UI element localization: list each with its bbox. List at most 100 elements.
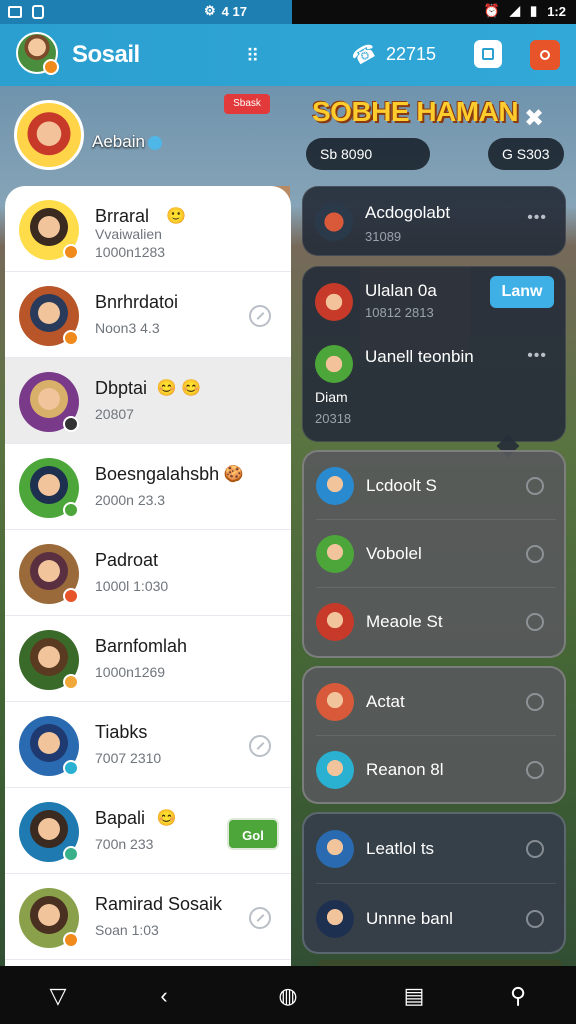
contact-name: Tiabks (95, 722, 148, 742)
phone-icon (32, 5, 44, 19)
feed-card[interactable]: Acdogolabt 31089 ••• (302, 186, 566, 256)
feed-avatar (316, 603, 354, 641)
emoji-icon: 😊 (156, 810, 177, 827)
feed-row[interactable]: Vobolel (304, 520, 568, 588)
contact-row[interactable]: Bapali 😊 700n 233 Gol (5, 788, 291, 874)
status-badge (63, 416, 79, 432)
compass-icon[interactable] (526, 613, 544, 631)
search-icon[interactable]: ⚲ (506, 984, 530, 1008)
feed-avatar (315, 203, 353, 241)
compass-icon[interactable] (526, 693, 544, 711)
feed-name: Vobolel (366, 544, 422, 563)
app-title: Sosail (72, 41, 140, 68)
status-badge (63, 846, 79, 862)
hero-name-text: Aebain (92, 132, 145, 151)
feed-row[interactable]: Leatlol ts (304, 814, 568, 884)
contact-row[interactable]: Ramirad Sosaik Soan 1:03 (5, 874, 291, 960)
contact-name: Dbptai (95, 378, 148, 398)
hero-tag[interactable]: Sbask (224, 94, 270, 114)
stat-left-text: Sb 8090 (320, 146, 373, 162)
feed-row[interactable]: Reanon 8l (304, 736, 568, 804)
contact-name: Bapali (95, 808, 146, 828)
recents-icon[interactable]: ▤ (402, 984, 426, 1008)
status-bar-right-icons: ⏰ ◢ ▮ 1:2 (484, 3, 566, 19)
notification-button[interactable] (530, 40, 560, 70)
stat-pill-right[interactable]: G S303 (488, 138, 564, 170)
app-logo-avatar[interactable] (16, 32, 59, 75)
contact-subtitle: Noon3 4.3 (95, 320, 160, 336)
contact-subtitle: 1000l 1:030 (95, 578, 169, 594)
contact-row[interactable]: Bnrhrdatoi Noon3 4.3 (5, 272, 291, 358)
more-icon[interactable]: ••• (527, 209, 547, 227)
compass-icon[interactable] (526, 477, 544, 495)
clock-time: 1:2 (547, 3, 566, 19)
more-icon[interactable]: ••• (527, 347, 547, 365)
feed-group-card: Lcdoolt S Vobolel Meaole St (302, 450, 566, 658)
compass-icon[interactable] (526, 910, 544, 928)
feed-row[interactable]: Unnne banl (304, 884, 568, 954)
feed-avatar (315, 283, 353, 321)
contact-row[interactable]: Boesngalahsbh 🍪 2000n 23.3 (5, 444, 291, 530)
status-badge (63, 760, 79, 776)
compass-icon[interactable] (249, 735, 271, 757)
feed-sub: 20318 (315, 411, 352, 426)
feed-avatar (316, 900, 354, 938)
feed-sub: 31089 (365, 229, 402, 244)
go-button[interactable]: Gol (227, 818, 279, 850)
contact-row[interactable]: Padroat 1000l 1:030 (5, 530, 291, 616)
call-icon[interactable]: ☎ (347, 37, 381, 71)
stat-right-text: G S303 (502, 146, 550, 162)
status-badge (63, 502, 79, 518)
feed-name: Uanell teonbin (365, 347, 474, 366)
hero-avatar[interactable] (14, 100, 84, 170)
stat-pill-left[interactable]: Sb 8090 (306, 138, 430, 170)
contact-row[interactable]: Tiabks 7007 2310 (5, 702, 291, 788)
emoji-icon: 😊 😊 (156, 380, 201, 397)
notification-icon (540, 50, 550, 60)
status-bar-mid: ⚙ 4 17 (204, 3, 247, 19)
contact-subtitle: 700n 233 (95, 836, 154, 852)
compass-icon[interactable] (249, 907, 271, 929)
feed-sub: 10812 2813 (365, 305, 434, 320)
contact-row[interactable]: Dbptai 😊 😊 20807 (5, 358, 291, 444)
feed-row[interactable]: Actat (304, 668, 568, 736)
square-button[interactable] (474, 40, 502, 68)
contact-name: Barnfomlah (95, 636, 188, 656)
emoji-icon: 🍪 (223, 466, 244, 483)
hero-name: Aebain (92, 132, 162, 152)
logo-badge (43, 59, 59, 75)
contact-subtitle: Vvaiwalien (95, 226, 162, 242)
contact-name: Bnrhrdatoi (95, 292, 179, 312)
status-badge (63, 932, 79, 948)
compass-icon[interactable] (526, 761, 544, 779)
compass-icon[interactable] (526, 840, 544, 858)
signal-settings-icon: ⚙ (204, 3, 216, 18)
compass-icon[interactable] (249, 305, 271, 327)
contact-subtitle: 2000n 23.3 (95, 492, 166, 508)
feed-row[interactable]: Acdogolabt 31089 ••• (303, 187, 567, 257)
feed-group-card: Leatlol ts Unnne banl (302, 812, 566, 954)
share-icon[interactable]: ⠿ (246, 46, 259, 67)
status-badge (63, 674, 79, 690)
contact-subtitle: 20807 (95, 406, 134, 422)
game-title: SOBHE HAMAN (312, 96, 519, 127)
back-icon[interactable]: ‹ (152, 984, 176, 1008)
contact-subtitle-2: 1000n1283 (95, 244, 166, 260)
contact-row[interactable]: Brraral 🙂 Vvaiwalien 1000n1283 (5, 186, 291, 272)
alarm-icon: ⏰ (483, 3, 501, 18)
feed-row[interactable]: Meaole St (304, 588, 568, 656)
home-icon[interactable]: ◍ (276, 984, 300, 1008)
back-triangle-icon[interactable]: ▽ (46, 984, 70, 1008)
status-badge (63, 330, 79, 346)
feed-name: Reanon 8l (366, 760, 444, 779)
feed-avatar (316, 830, 354, 868)
square-icon (482, 48, 494, 60)
compass-icon[interactable] (526, 545, 544, 563)
contact-name: Padroat (95, 550, 159, 570)
contact-name: Ramirad Sosaik (95, 894, 223, 914)
feed-row[interactable]: Lcdoolt S (304, 452, 568, 520)
learn-button[interactable]: Lanw (490, 276, 554, 308)
contact-row[interactable]: Barnfomlah 1000n1269 (5, 616, 291, 702)
tools-icon[interactable]: ✖ (524, 104, 544, 133)
call-counter: 22715 (386, 44, 437, 64)
